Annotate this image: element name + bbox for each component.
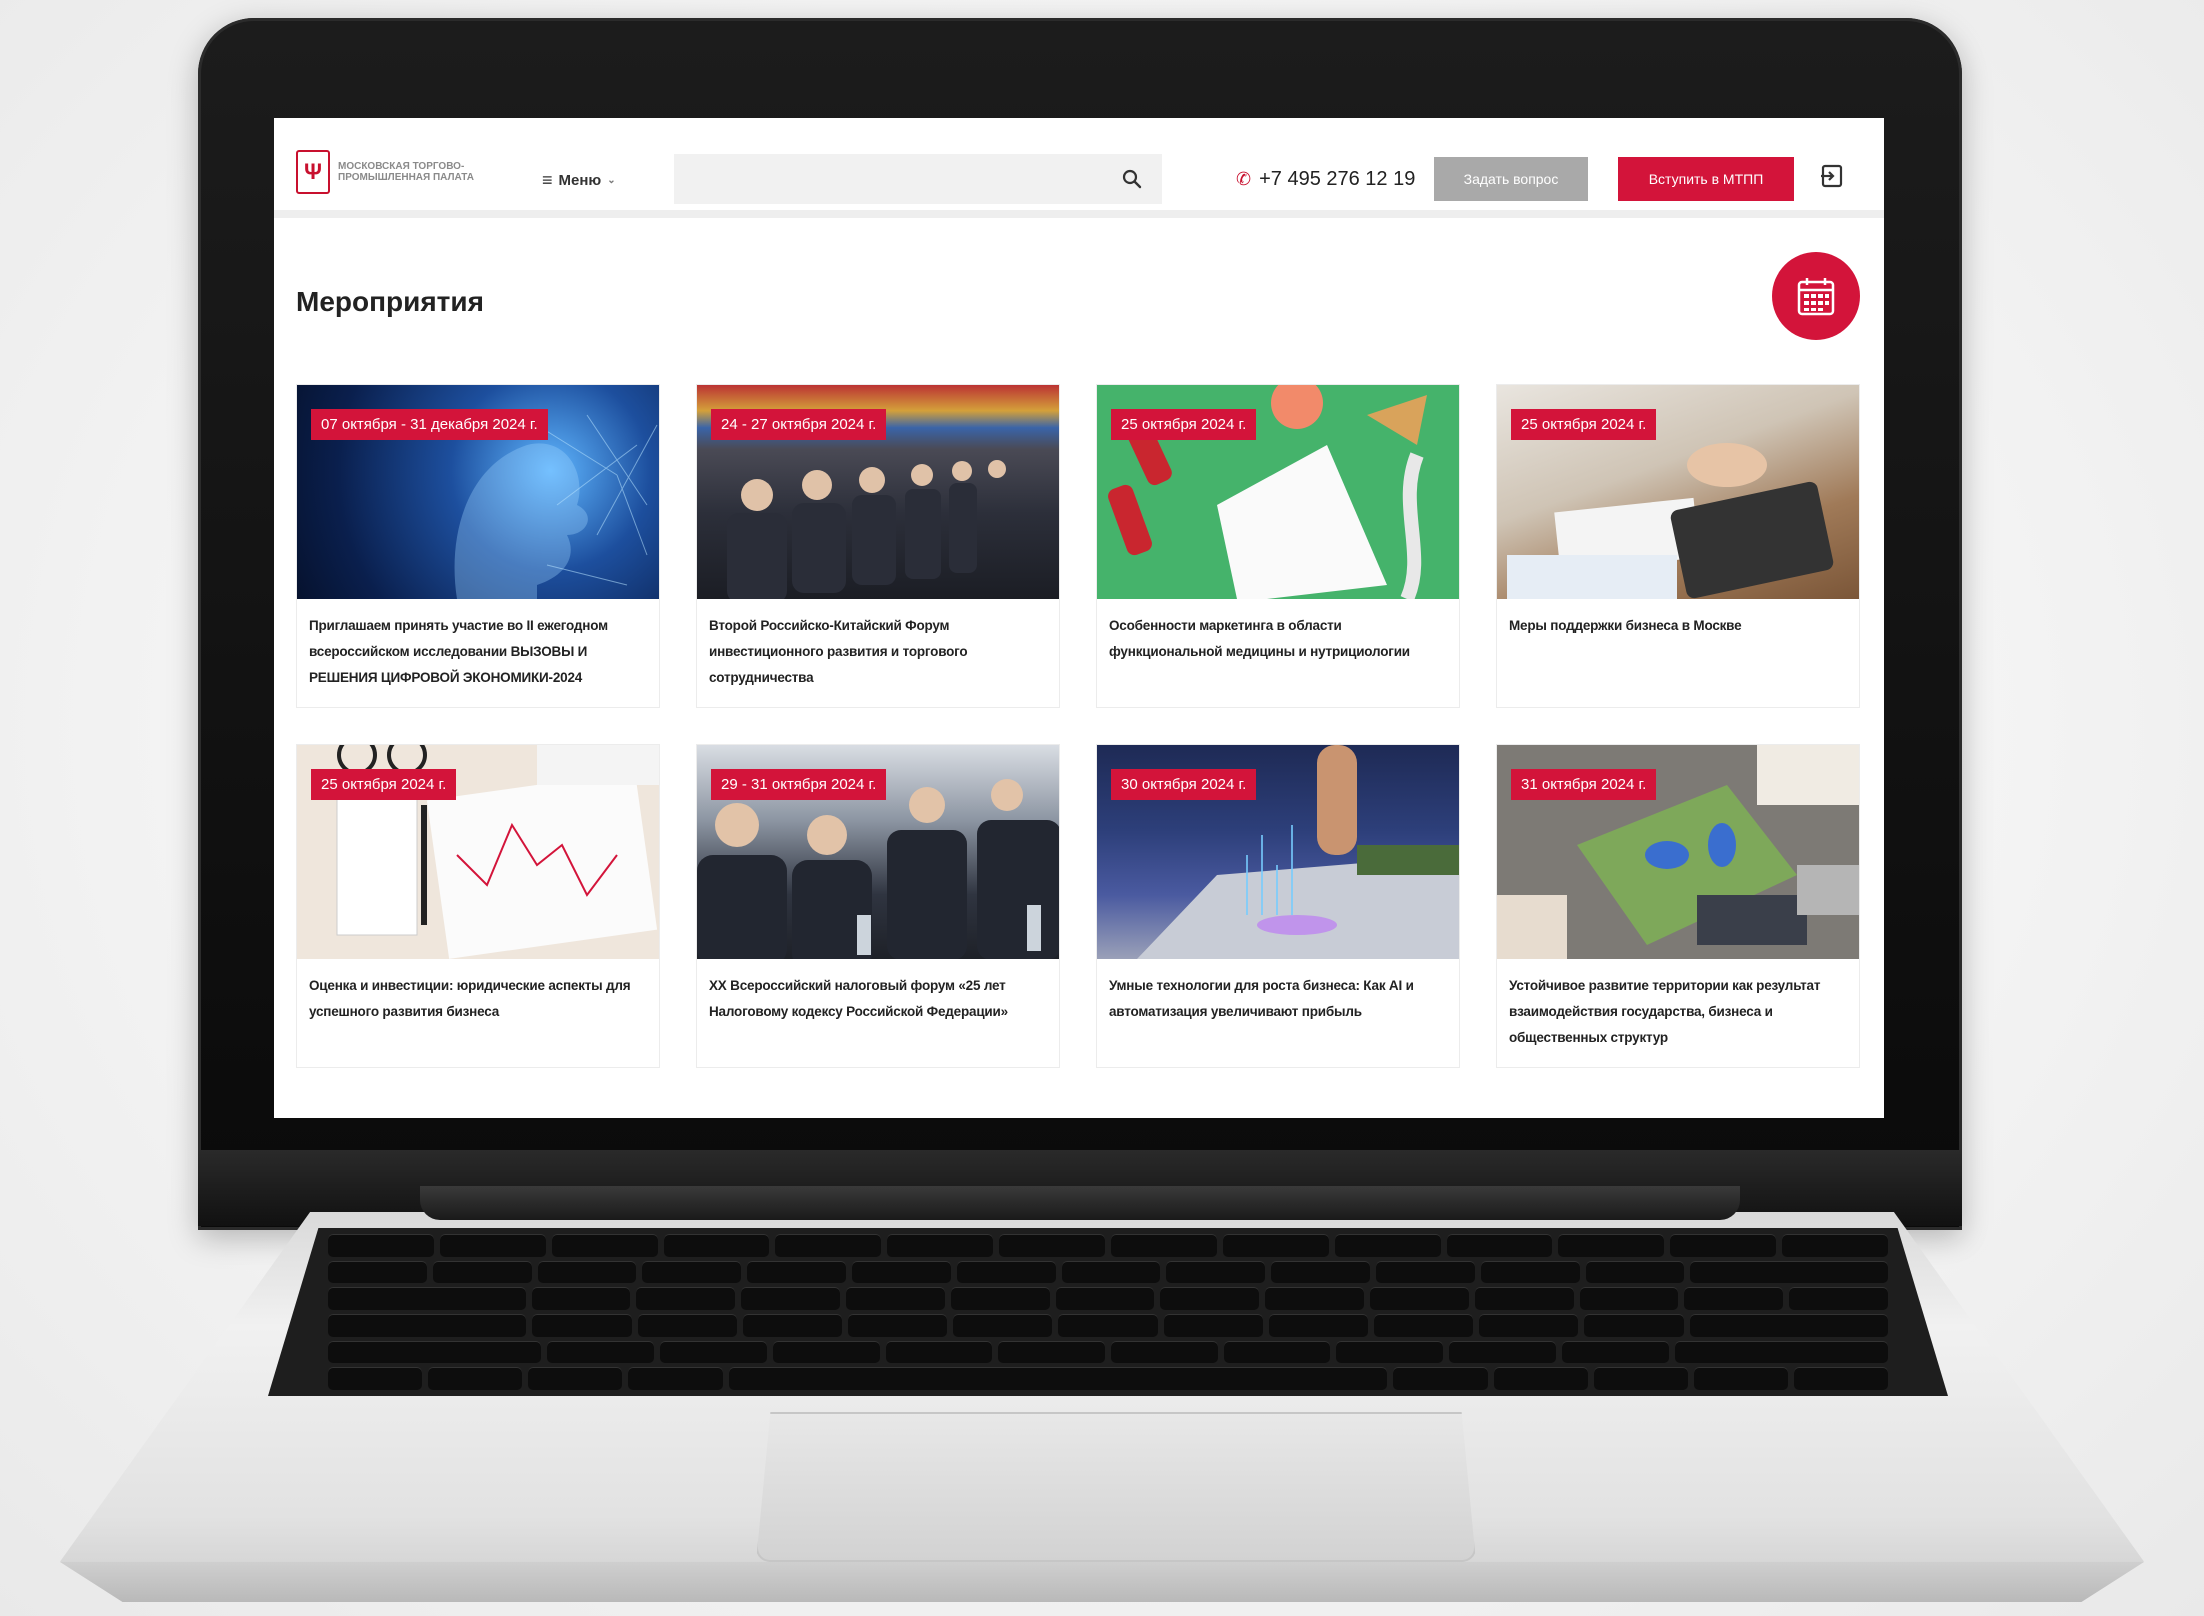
event-title[interactable]: Приглашаем принять участие во II ежегодн… <box>297 599 659 691</box>
chevron-down-icon: ⌄ <box>607 175 616 186</box>
event-date-badge: 30 октября 2024 г. <box>1111 769 1257 800</box>
event-card[interactable]: 25 октября 2024 г. Особенности маркетинг… <box>1096 384 1460 708</box>
search-input[interactable] <box>674 154 1162 204</box>
event-date-badge: 25 октября 2024 г. <box>311 769 457 800</box>
event-card[interactable]: 29 - 31 октября 2024 г. XX Всероссийский… <box>696 744 1060 1068</box>
event-date-badge: 25 октября 2024 г. <box>1111 409 1257 440</box>
event-date-badge: 07 октября - 31 декабря 2024 г. <box>311 409 548 440</box>
event-image-business-desk: 25 октября 2024 г. <box>1497 385 1859 599</box>
ask-question-button[interactable]: Задать вопрос <box>1434 157 1588 201</box>
event-image-conference: 24 - 27 октября 2024 г. <box>697 385 1059 599</box>
trackpad <box>756 1412 1476 1562</box>
logo-text: Московская торгово-промышленная палата <box>338 161 474 183</box>
event-image-forum-panel: 29 - 31 октября 2024 г. <box>697 745 1059 959</box>
logo[interactable]: Ψ Московская торгово-промышленная палата <box>296 150 508 194</box>
event-card[interactable]: 25 октября 2024 г. Оценка и инвестиции: … <box>296 744 660 1068</box>
event-card[interactable]: 25 октября 2024 г. Меры поддержки бизнес… <box>1496 384 1860 708</box>
hamburger-icon: ≡ <box>542 170 553 190</box>
calendar-button[interactable] <box>1772 252 1860 340</box>
menu-button[interactable]: ≡ Меню ⌄ <box>542 170 616 191</box>
laptop-hinge <box>420 1186 1740 1220</box>
calendar-icon <box>1797 278 1835 316</box>
keyboard <box>268 1228 1948 1396</box>
event-image-ai-face: 07 октября - 31 декабря 2024 г. <box>297 385 659 599</box>
event-image-laptop-hologram: 30 октября 2024 г. <box>1097 745 1459 959</box>
logo-emblem-icon: Ψ <box>296 150 330 194</box>
event-date-badge: 31 октября 2024 г. <box>1511 769 1657 800</box>
login-icon[interactable] <box>1818 162 1846 190</box>
laptop-lid: Ψ Московская торгово-промышленная палата… <box>198 18 1962 1230</box>
search-icon <box>1122 169 1142 189</box>
event-title[interactable]: Устойчивое развитие территории как резул… <box>1497 959 1859 1051</box>
event-card[interactable]: 30 октября 2024 г. Умные технологии для … <box>1096 744 1460 1068</box>
menu-label: Меню <box>558 172 602 189</box>
search-button[interactable] <box>1102 154 1162 204</box>
event-date-badge: 25 октября 2024 г. <box>1511 409 1657 440</box>
event-card[interactable]: 07 октября - 31 декабря 2024 г. Приглаша… <box>296 384 660 708</box>
event-title[interactable]: Меры поддержки бизнеса в Москве <box>1497 599 1859 639</box>
events-grid: 07 октября - 31 декабря 2024 г. Приглаша… <box>296 384 1862 1068</box>
laptop-base-edge <box>60 1562 2144 1602</box>
event-image-chart-notebook: 25 октября 2024 г. <box>297 745 659 959</box>
event-title[interactable]: XX Всероссийский налоговый форум «25 лет… <box>697 959 1059 1025</box>
event-card[interactable]: 24 - 27 октября 2024 г. Второй Российско… <box>696 384 1060 708</box>
event-title[interactable]: Второй Российско-Китайский Форум инвести… <box>697 599 1059 691</box>
browser-screen: Ψ Московская торгово-промышленная палата… <box>274 118 1884 1118</box>
event-image-urban-planning: 31 октября 2024 г. <box>1497 745 1859 959</box>
event-title[interactable]: Оценка и инвестиции: юридические аспекты… <box>297 959 659 1025</box>
phone-link[interactable]: ✆ +7 495 276 12 19 <box>1236 168 1415 191</box>
event-title[interactable]: Умные технологии для роста бизнеса: Как … <box>1097 959 1459 1025</box>
event-date-badge: 24 - 27 октября 2024 г. <box>711 409 887 440</box>
event-date-badge: 29 - 31 октября 2024 г. <box>711 769 887 800</box>
event-image-clipboard: 25 октября 2024 г. <box>1097 385 1459 599</box>
site-header: Ψ Московская торгово-промышленная палата… <box>274 118 1884 218</box>
page-title: Мероприятия <box>296 286 484 317</box>
event-card[interactable]: 31 октября 2024 г. Устойчивое развитие т… <box>1496 744 1860 1068</box>
phone-icon: ✆ <box>1236 169 1252 189</box>
join-button[interactable]: Вступить в МТПП <box>1618 157 1794 201</box>
phone-number: +7 495 276 12 19 <box>1259 168 1416 190</box>
event-title[interactable]: Особенности маркетинга в области функцио… <box>1097 599 1459 665</box>
